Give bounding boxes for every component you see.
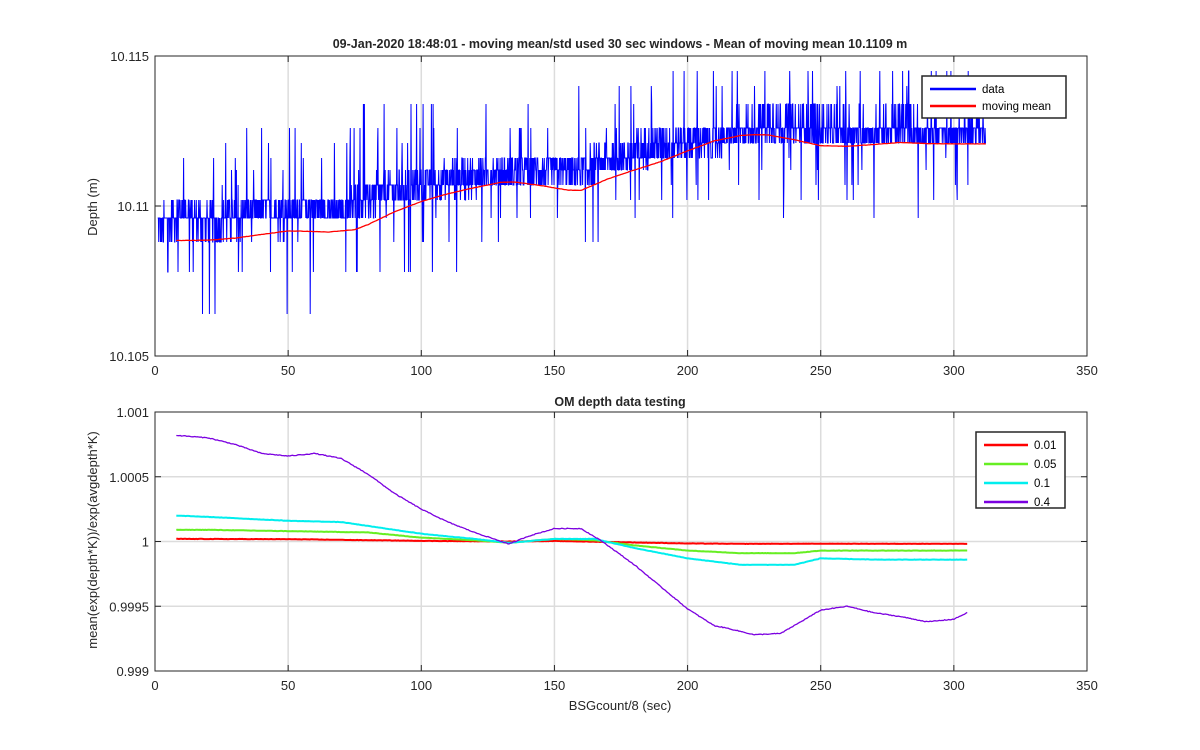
om-panel-plot-area: 0 50 100 150 200 250 300 350 0.999 0.9995 1 1.0005 1… xyxy=(109,405,1098,693)
depth-panel-title: 09-Jan-2020 18:48:01 - moving mean/std u… xyxy=(333,37,908,51)
depth-panel-ylabel: Depth (m) xyxy=(85,178,100,236)
y-tick-label: 10.11 xyxy=(117,199,149,214)
legend-label: 0.01 xyxy=(1034,440,1056,452)
y-tick-label: 0.999 xyxy=(116,664,149,679)
depth-panel: 09-Jan-2020 18:48:01 - moving mean/std u… xyxy=(85,37,1098,378)
y-tick-label: 1 xyxy=(142,535,149,550)
x-tick-label: 0 xyxy=(151,363,158,378)
legend: data moving mean xyxy=(921,75,1067,119)
x-tick-label: 200 xyxy=(677,363,699,378)
x-tick-label: 300 xyxy=(943,363,965,378)
depth-panel-plot-area: 0 50 100 150 200 250 300 350 10.105 10.11 10.115 da… xyxy=(109,49,1098,378)
x-tick-label: 250 xyxy=(810,678,832,693)
x-tick-label: 200 xyxy=(677,678,699,693)
legend-label: data xyxy=(982,84,1005,96)
x-tick-label: 50 xyxy=(281,678,295,693)
x-tick-label: 100 xyxy=(410,363,432,378)
series-line-data xyxy=(157,70,986,315)
om-panel-title: OM depth data testing xyxy=(554,395,685,409)
x-tick-label: 100 xyxy=(410,678,432,693)
y-tick-label: 10.105 xyxy=(109,349,149,364)
om-panel-ylabel: mean(exp(depth*K))/exp(avgdepth*K) xyxy=(85,431,100,649)
legend-label: 0.4 xyxy=(1034,497,1051,509)
x-tick-label: 350 xyxy=(1076,363,1098,378)
series-line-0-4 xyxy=(176,434,968,636)
y-tick-label: 0.9995 xyxy=(109,599,149,614)
om-panel-xlabel: BSGcount/8 (sec) xyxy=(569,698,672,713)
figure: 09-Jan-2020 18:48:01 - moving mean/std u… xyxy=(85,37,1098,713)
legend-label: 0.1 xyxy=(1034,478,1050,490)
y-tick-label: 1.001 xyxy=(116,405,149,420)
x-tick-label: 350 xyxy=(1076,678,1098,693)
om-panel: OM depth data testing mean(exp(depth*K))… xyxy=(85,395,1098,713)
x-tick-label: 300 xyxy=(943,678,965,693)
legend: 0.01 0.05 0.1 0.4 xyxy=(975,431,1066,509)
x-tick-label: 250 xyxy=(810,363,832,378)
y-tick-label: 1.0005 xyxy=(109,470,149,485)
y-tick-label: 10.115 xyxy=(110,49,149,64)
legend-label: 0.05 xyxy=(1034,459,1056,471)
x-tick-label: 150 xyxy=(544,678,566,693)
x-tick-label: 150 xyxy=(544,363,566,378)
x-tick-label: 50 xyxy=(281,363,295,378)
legend-label: moving mean xyxy=(982,101,1051,113)
x-tick-label: 0 xyxy=(151,678,158,693)
